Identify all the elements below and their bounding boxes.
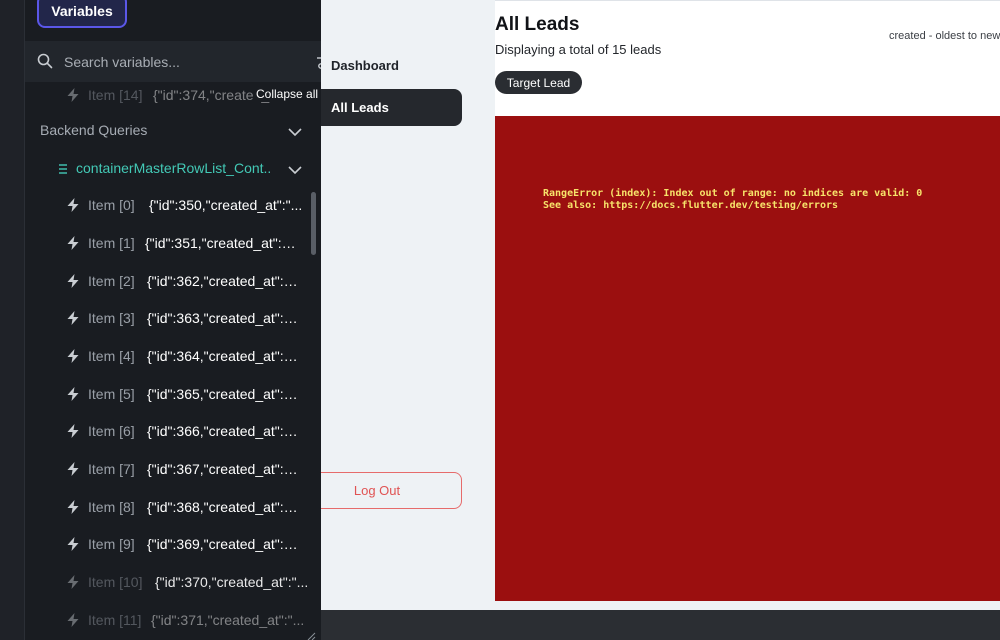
variables-panel: Variables Item [14] {"id":374,"created_a…: [0, 0, 321, 640]
bolt-icon: [65, 461, 81, 482]
resize-grip-icon[interactable]: [306, 628, 316, 640]
page-title: All Leads: [495, 14, 580, 35]
item-value: {"id":368,"created_at":"2...: [147, 499, 302, 515]
list-item[interactable]: Item [7] {"id":367,"created_at":"2...: [25, 452, 311, 488]
bolt-icon: [65, 423, 81, 444]
item-value: {"id":367,"created_at":"2...: [147, 461, 302, 477]
sidebar-item-dashboard[interactable]: Dashboard: [331, 53, 461, 77]
item-value: {"id":362,"created_at":"2...: [147, 273, 302, 289]
item-label: Item [14]: [88, 87, 143, 103]
item-label: Item [4]: [88, 348, 135, 364]
list-item[interactable]: Item [2] {"id":362,"created_at":"2...: [25, 264, 311, 300]
search-input[interactable]: [64, 49, 284, 75]
search-icon: [37, 53, 53, 74]
item-label: Item [3]: [88, 310, 135, 326]
backend-queries-section[interactable]: Backend Queries: [25, 117, 321, 145]
sort-dropdown[interactable]: created - oldest to newe: [889, 30, 1000, 42]
sidebar-item-all-leads[interactable]: All Leads: [321, 89, 462, 126]
item-value: {"id":366,"created_at":"2...: [147, 423, 302, 439]
item-value: {"id":351,"created_at":"2...: [145, 235, 300, 251]
error-line: See also: https://docs.flutter.dev/testi…: [543, 200, 839, 211]
bolt-icon: [65, 348, 81, 369]
item-value: {"id":370,"created_at":"...: [155, 574, 309, 590]
item-label: Item [0]: [88, 197, 135, 213]
item-value: {"id":363,"created_at":"2...: [147, 310, 302, 326]
item-label: Item [10]: [88, 574, 143, 590]
app-sidebar: Dashboard All Leads Log Out: [321, 0, 469, 600]
bolt-icon: [65, 87, 81, 108]
bolt-icon: [65, 310, 81, 331]
item-label: Item [7]: [88, 461, 135, 477]
list-item[interactable]: Item [0] {"id":350,"created_at":"...: [25, 188, 311, 224]
bolt-icon: [65, 499, 81, 520]
list-icon: [58, 162, 68, 180]
item-label: Item [6]: [88, 423, 135, 439]
section-label: Backend Queries: [40, 122, 148, 138]
panel-gutter: [0, 0, 25, 640]
item-label: Item [5]: [88, 386, 135, 402]
item-label: Item [8]: [88, 499, 135, 515]
chevron-down-icon[interactable]: [288, 162, 302, 180]
search-bar: [25, 41, 321, 82]
item-label: Item [1]: [88, 235, 135, 251]
bolt-icon: [65, 386, 81, 407]
list-item[interactable]: Item [4] {"id":364,"created_at":"2...: [25, 339, 311, 375]
list-item[interactable]: Item [10] {"id":370,"created_at":"...: [25, 565, 311, 601]
error-message: RangeError (index): Index out of range: …: [543, 188, 922, 212]
collapse-all-button[interactable]: Collapse all: [254, 87, 319, 101]
leads-card: All Leads Displaying a total of 15 leads…: [495, 0, 1000, 601]
list-item[interactable]: Item [1] {"id":351,"created_at":"2...: [25, 226, 311, 262]
list-item[interactable]: Item [9] {"id":369,"created_at":"2...: [25, 527, 311, 563]
bolt-icon: [65, 612, 81, 633]
page-subtitle: Displaying a total of 15 leads: [495, 42, 662, 57]
query-group[interactable]: containerMasterRowList_Cont...: [25, 154, 321, 182]
item-value: {"id":371,"created_at":"...: [151, 612, 305, 628]
bolt-icon: [65, 197, 81, 218]
target-lead-button[interactable]: Target Lead: [495, 71, 582, 94]
item-value: {"id":365,"created_at":"2...: [147, 386, 302, 402]
variables-tab[interactable]: Variables: [37, 0, 127, 28]
logout-button[interactable]: Log Out: [321, 472, 462, 509]
error-line: RangeError (index): Index out of range: …: [543, 188, 923, 199]
bottom-bar: [321, 610, 1000, 640]
bolt-icon: [65, 235, 81, 256]
item-value: {"id":350,"created_at":"...: [149, 197, 303, 213]
list-item[interactable]: Item [5] {"id":365,"created_at":"2...: [25, 377, 311, 413]
item-label: Item [2]: [88, 273, 135, 289]
bolt-icon: [65, 536, 81, 557]
list-item[interactable]: Item [11] {"id":371,"created_at":"...: [25, 603, 311, 639]
item-value: {"id":369,"created_at":"2...: [147, 536, 302, 552]
bolt-icon: [65, 273, 81, 294]
scrollbar-thumb[interactable]: [311, 192, 316, 255]
list-item[interactable]: Item [6] {"id":366,"created_at":"2...: [25, 414, 311, 450]
list-item[interactable]: Item [3] {"id":363,"created_at":"2...: [25, 301, 311, 337]
main-content: All Leads Displaying a total of 15 leads…: [477, 0, 1000, 601]
list-item[interactable]: Item [8] {"id":368,"created_at":"2...: [25, 490, 311, 526]
query-label: containerMasterRowList_Cont...: [76, 160, 271, 176]
bolt-icon: [65, 574, 81, 595]
error-panel: RangeError (index): Index out of range: …: [495, 116, 1000, 601]
item-value: {"id":364,"created_at":"2...: [147, 348, 302, 364]
item-label: Item [11]: [88, 612, 142, 628]
item-label: Item [9]: [88, 536, 135, 552]
chevron-down-icon[interactable]: [288, 124, 302, 142]
